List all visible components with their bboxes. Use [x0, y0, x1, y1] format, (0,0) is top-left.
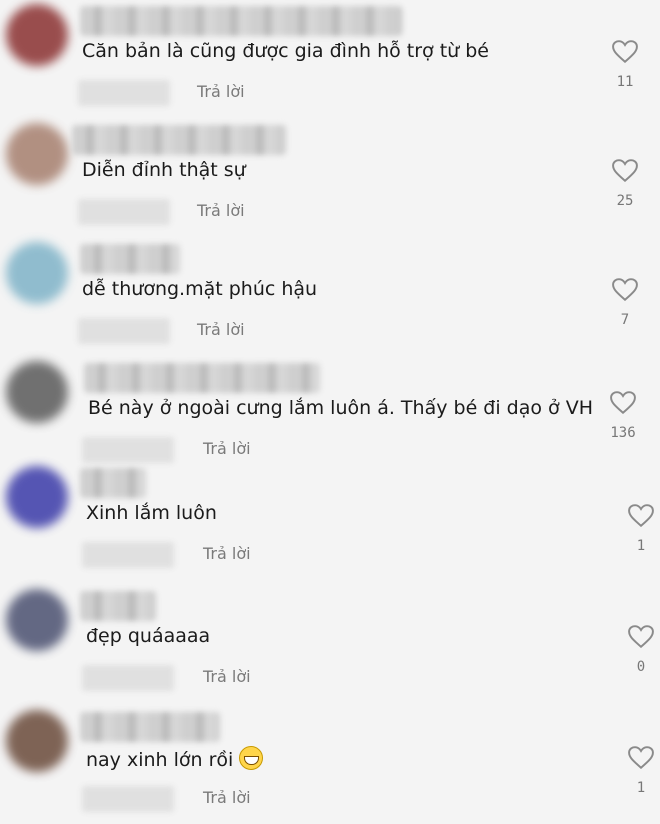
comment-text-content: nay xinh lớn rồi [86, 749, 234, 771]
comment-text: Bé này ở ngoài cưng lắm luôn á. Thấy bé … [88, 397, 593, 419]
timestamp-blurred [82, 437, 174, 463]
avatar[interactable] [6, 4, 68, 66]
like-count: 136 [610, 425, 636, 441]
like-count: 0 [636, 659, 646, 675]
grinning-face-emoji [239, 746, 264, 770]
comment-item: Xinh lắm luôn Trả lời 1 [0, 462, 660, 580]
heart-icon[interactable] [628, 504, 654, 528]
comment-item: Bé này ở ngoài cưng lắm luôn á. Thấy bé … [0, 357, 660, 475]
comment-item: đẹp quáaaaa Trả lời 0 [0, 585, 660, 703]
username-blurred[interactable] [80, 244, 180, 274]
like-count: 7 [620, 312, 630, 328]
like-count: 1 [636, 780, 646, 796]
like-control: 7 [605, 278, 645, 328]
avatar[interactable] [6, 589, 68, 651]
reply-button[interactable]: Trả lời [197, 320, 245, 339]
heart-icon[interactable] [628, 625, 654, 649]
timestamp-blurred [82, 665, 174, 691]
timestamp-blurred [82, 786, 174, 812]
comment-text: nay xinh lớn rồi [86, 746, 264, 771]
reply-button[interactable]: Trả lời [197, 82, 245, 101]
like-control: 1 [621, 746, 660, 796]
like-control: 25 [605, 159, 645, 209]
like-count: 1 [636, 538, 646, 554]
like-count: 25 [616, 193, 634, 209]
heart-icon[interactable] [612, 40, 638, 64]
comment-text: Xinh lắm luôn [86, 502, 217, 524]
username-blurred[interactable] [80, 468, 146, 498]
timestamp-blurred [78, 199, 170, 225]
timestamp-blurred [78, 80, 170, 106]
username-blurred[interactable] [80, 712, 220, 742]
avatar[interactable] [6, 123, 68, 185]
avatar[interactable] [6, 710, 68, 772]
comment-text: dễ thương.mặt phúc hậu [82, 278, 318, 300]
comment-item: Căn bản là cũng được gia đình hỗ trợ từ … [0, 0, 660, 118]
reply-button[interactable]: Trả lời [203, 788, 251, 807]
reply-button[interactable]: Trả lời [203, 544, 251, 563]
comment-text: Diễn đỉnh thật sự [82, 159, 246, 181]
like-control: 11 [605, 40, 645, 90]
avatar[interactable] [6, 466, 68, 528]
reply-button[interactable]: Trả lời [197, 201, 245, 220]
comment-text: Căn bản là cũng được gia đình hỗ trợ từ … [82, 40, 489, 62]
comment-item: dễ thương.mặt phúc hậu Trả lời 7 [0, 238, 660, 356]
avatar[interactable] [6, 242, 68, 304]
like-control: 0 [621, 625, 660, 675]
timestamp-blurred [82, 542, 174, 568]
heart-icon[interactable] [612, 159, 638, 183]
username-blurred[interactable] [80, 591, 156, 621]
heart-icon[interactable] [628, 746, 654, 770]
like-control: 1 [621, 504, 660, 554]
comment-item: nay xinh lớn rồi Trả lời 1 [0, 706, 660, 824]
comment-text: đẹp quáaaaa [86, 625, 211, 647]
avatar[interactable] [6, 361, 68, 423]
heart-icon[interactable] [610, 391, 636, 415]
like-control: 136 [603, 391, 643, 441]
comment-item: Diễn đỉnh thật sự Trả lời 25 [0, 119, 660, 237]
username-blurred[interactable] [72, 125, 286, 155]
heart-icon[interactable] [612, 278, 638, 302]
reply-button[interactable]: Trả lời [203, 667, 251, 686]
timestamp-blurred [78, 318, 170, 344]
like-count: 11 [616, 74, 634, 90]
username-blurred[interactable] [80, 6, 402, 36]
reply-button[interactable]: Trả lời [203, 439, 251, 458]
username-blurred[interactable] [84, 363, 320, 393]
